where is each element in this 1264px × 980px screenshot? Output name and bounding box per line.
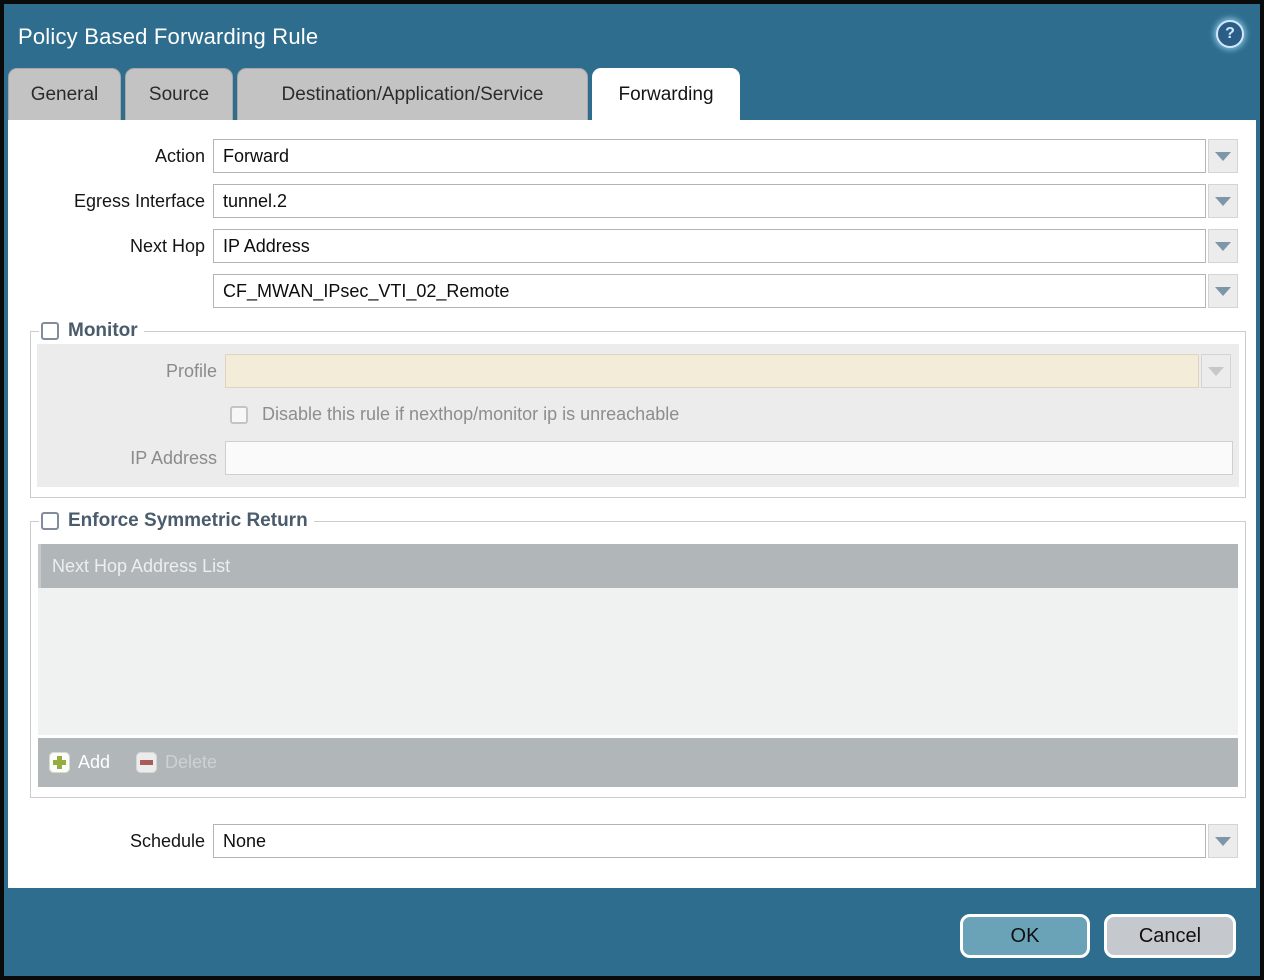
- add-button-label: Add: [78, 752, 110, 773]
- next-hop-address-list-header: Next Hop Address List: [38, 544, 1238, 588]
- disable-rule-checkbox: [230, 406, 248, 424]
- profile-row: Profile: [37, 354, 1239, 388]
- tab-forwarding[interactable]: Forwarding: [592, 68, 740, 120]
- egress-interface-row: Egress Interface tunnel.2: [8, 184, 1256, 218]
- profile-select: [225, 354, 1199, 388]
- tab-destination-application-service[interactable]: Destination/Application/Service: [237, 68, 588, 120]
- forwarding-tab-panel: Action Forward Egress Interface tunnel.2…: [8, 120, 1256, 888]
- cancel-button[interactable]: Cancel: [1104, 914, 1236, 958]
- chevron-down-icon: [1215, 837, 1231, 846]
- ok-button[interactable]: OK: [960, 914, 1090, 958]
- chevron-down-icon: [1215, 287, 1231, 296]
- profile-label: Profile: [37, 361, 225, 382]
- next-hop-dropdown-button[interactable]: [1208, 229, 1238, 263]
- next-hop-label: Next Hop: [8, 236, 213, 257]
- tab-general[interactable]: General: [8, 68, 121, 120]
- screen: Policy Based Forwarding Rule ? General S…: [0, 0, 1264, 980]
- next-hop-address-dropdown-button[interactable]: [1208, 274, 1238, 308]
- monitor-ip-row: IP Address: [37, 441, 1239, 475]
- schedule-row: Schedule None: [8, 824, 1256, 858]
- minus-icon: [136, 752, 157, 773]
- delete-button: Delete: [136, 752, 217, 773]
- tab-source[interactable]: Source: [125, 68, 233, 120]
- egress-interface-select[interactable]: tunnel.2: [213, 184, 1206, 218]
- next-hop-row: Next Hop IP Address: [8, 229, 1256, 263]
- action-dropdown-button[interactable]: [1208, 139, 1238, 173]
- next-hop-address-row: CF_MWAN_IPsec_VTI_02_Remote: [8, 274, 1256, 308]
- action-select[interactable]: Forward: [213, 139, 1206, 173]
- egress-interface-dropdown-button[interactable]: [1208, 184, 1238, 218]
- pbf-rule-dialog: Policy Based Forwarding Rule ? General S…: [4, 4, 1260, 976]
- add-button[interactable]: Add: [49, 752, 110, 773]
- monitor-ip-input: [225, 441, 1233, 475]
- next-hop-address-list-body: [38, 588, 1238, 735]
- monitor-checkbox[interactable]: [41, 322, 59, 340]
- help-icon[interactable]: ?: [1216, 20, 1244, 48]
- monitor-panel: Profile Disable this rule if nexthop/mon…: [37, 344, 1239, 487]
- monitor-group: Monitor Profile Disable this rule if nex…: [30, 320, 1246, 498]
- chevron-down-icon: [1215, 152, 1231, 161]
- action-row: Action Forward: [8, 139, 1256, 173]
- plus-icon: [49, 752, 70, 773]
- action-label: Action: [8, 146, 213, 167]
- schedule-label: Schedule: [8, 831, 213, 852]
- chevron-down-icon: [1215, 242, 1231, 251]
- dialog-title: Policy Based Forwarding Rule: [18, 24, 318, 50]
- schedule-dropdown-button[interactable]: [1208, 824, 1238, 858]
- delete-button-label: Delete: [165, 752, 217, 773]
- chevron-down-icon: [1208, 367, 1224, 376]
- symmetric-return-legend: Enforce Symmetric Return: [39, 510, 314, 532]
- next-hop-address-select[interactable]: CF_MWAN_IPsec_VTI_02_Remote: [213, 274, 1206, 308]
- schedule-select[interactable]: None: [213, 824, 1206, 858]
- disable-rule-row: Disable this rule if nexthop/monitor ip …: [230, 404, 1239, 425]
- next-hop-address-list-table: Next Hop Address List Add Delete: [38, 544, 1238, 787]
- symmetric-return-legend-label: Enforce Symmetric Return: [68, 510, 308, 532]
- tab-bar: General Source Destination/Application/S…: [4, 68, 1260, 120]
- dialog-titlebar: Policy Based Forwarding Rule ?: [4, 4, 1260, 68]
- disable-rule-label: Disable this rule if nexthop/monitor ip …: [262, 404, 679, 425]
- dialog-button-bar: OK Cancel: [4, 888, 1260, 976]
- next-hop-address-list-toolbar: Add Delete: [38, 738, 1238, 787]
- symmetric-return-group: Enforce Symmetric Return Next Hop Addres…: [30, 510, 1246, 798]
- monitor-legend: Monitor: [39, 320, 144, 342]
- monitor-legend-label: Monitor: [68, 320, 138, 342]
- egress-interface-label: Egress Interface: [8, 191, 213, 212]
- chevron-down-icon: [1215, 197, 1231, 206]
- next-hop-type-select[interactable]: IP Address: [213, 229, 1206, 263]
- monitor-ip-label: IP Address: [37, 448, 225, 469]
- profile-dropdown-button: [1201, 354, 1231, 388]
- symmetric-return-checkbox[interactable]: [41, 512, 59, 530]
